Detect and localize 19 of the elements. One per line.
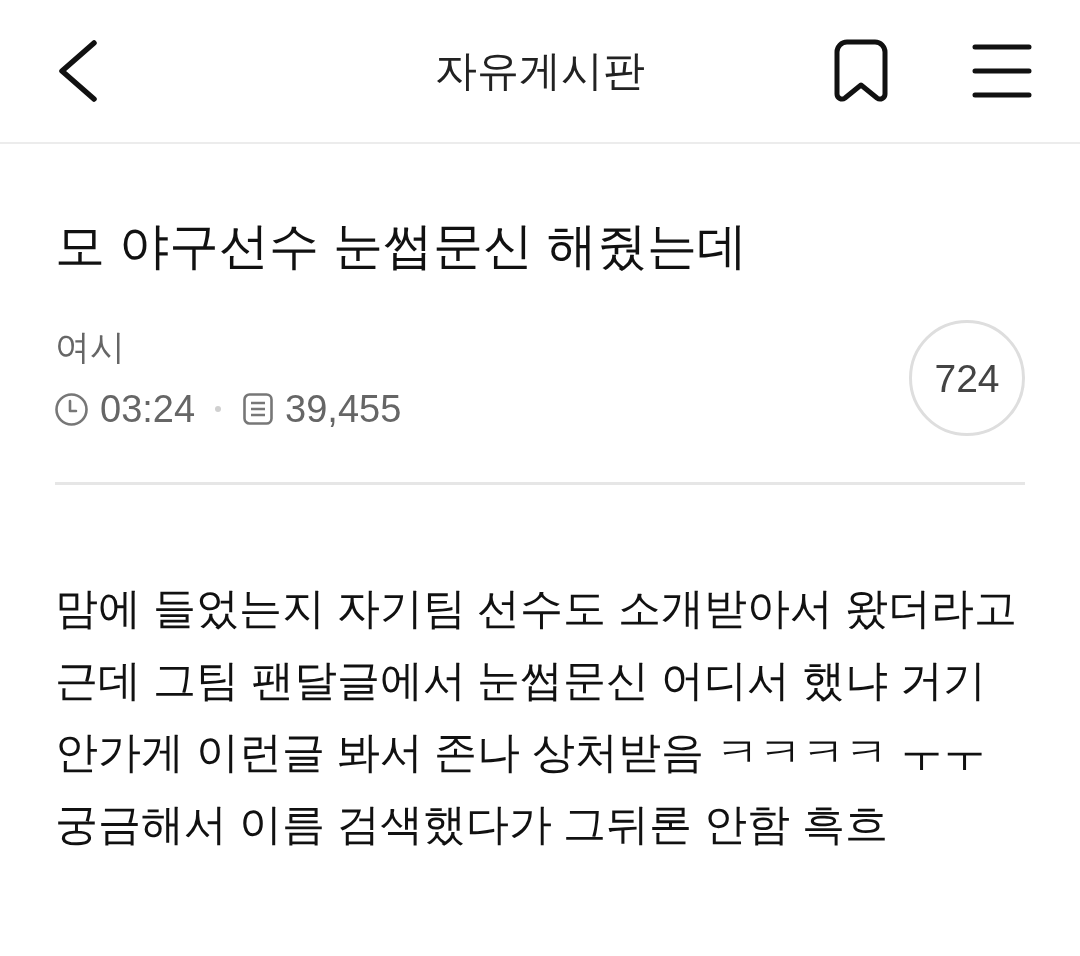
board-title: 자유게시판 — [435, 46, 645, 96]
back-icon — [58, 40, 98, 102]
comment-count-button[interactable]: 724 — [909, 320, 1025, 436]
body-text-line: 안가게 이런글 봐서 존나 상처받음 ㅋㅋㅋㅋ ㅜㅜ — [55, 728, 986, 778]
body-text-line: 맘에 들었는지 자기팀 선수도 소개받아서 왔더라고 — [55, 584, 1018, 634]
clock-icon — [55, 392, 88, 426]
document-icon — [243, 393, 274, 425]
post-time: 03:24 — [100, 387, 196, 432]
view-count: 39,455 — [285, 387, 402, 432]
author-name: 여시 — [55, 326, 125, 368]
post-title: 모 야구선수 눈썹문신 해줬는데 — [55, 217, 748, 276]
body-text-line: 궁금해서 이름 검색했다가 그뒤론 안함 흑흐 — [55, 800, 889, 850]
menu-button[interactable] — [972, 44, 1032, 98]
bookmark-button[interactable] — [834, 39, 888, 103]
menu-icon — [972, 44, 1032, 98]
back-button[interactable] — [56, 39, 100, 103]
bookmark-icon — [834, 39, 888, 103]
separator-dot-icon — [215, 406, 222, 412]
body-text-line: 근데 그팀 팬달글에서 눈썹문신 어디서 했냐 거기 — [55, 656, 986, 706]
